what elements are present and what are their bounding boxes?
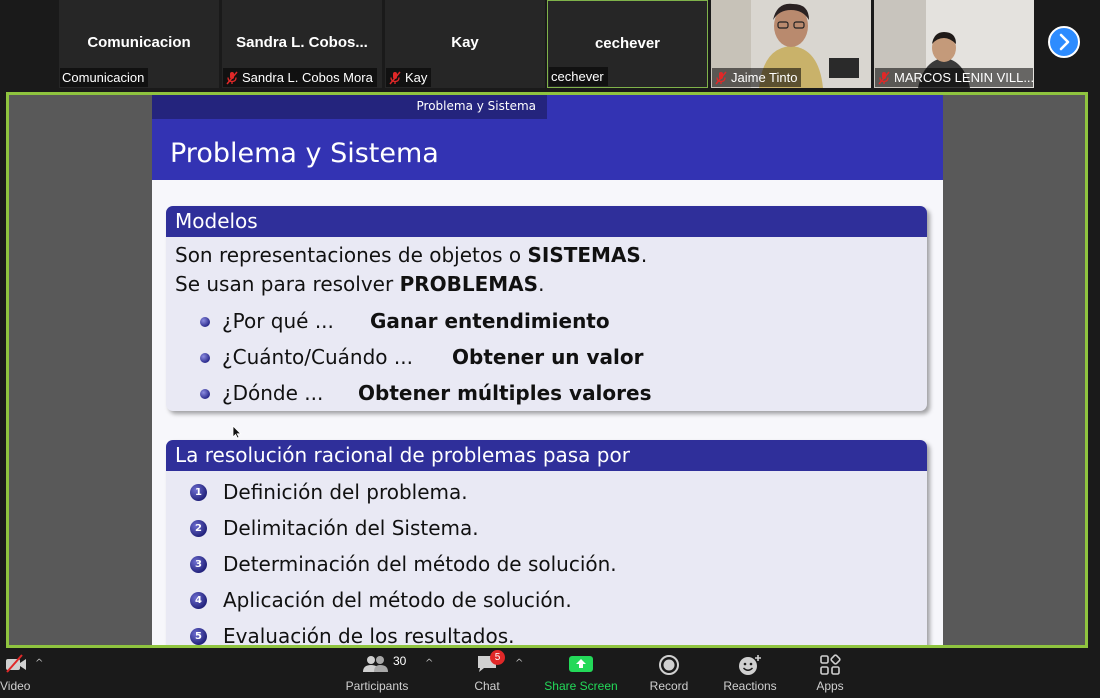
- participant-label-text: Kay: [405, 70, 428, 85]
- definition-line: Son representaciones de objetos o SISTEM…: [175, 243, 647, 267]
- step-text: Determinación del método de solución.: [223, 552, 617, 576]
- participant-label-text: Jaime Tinto: [731, 70, 798, 85]
- line-text: Se usan para resolver: [175, 272, 400, 296]
- participant-name-label: MARCOS LENIN VILL...: [875, 68, 1033, 87]
- video-label: Video: [0, 679, 31, 693]
- participant-video-tile[interactable]: MARCOS LENIN VILL...: [874, 0, 1034, 88]
- participants-button[interactable]: 30 Participants: [343, 648, 411, 698]
- participant-tile-name: cechever: [594, 35, 661, 52]
- participant-label-text: cechever: [551, 69, 604, 84]
- meeting-toolbar: Video ^ 30 Participants ^ 5 Chat ^ Share…: [0, 648, 1100, 698]
- participant-name-label: Comunicacion: [60, 68, 149, 87]
- step-text: Aplicación del método de solución.: [223, 588, 572, 612]
- reactions-icon: [739, 655, 761, 675]
- participant-name-label: cechever: [549, 67, 608, 86]
- bullet-question: ¿Por qué ...: [222, 309, 334, 333]
- video-off-icon: [6, 654, 26, 673]
- step-text: Delimitación del Sistema.: [223, 516, 479, 540]
- participants-options-caret-icon[interactable]: ^: [425, 658, 433, 669]
- block-title: Modelos: [166, 206, 927, 237]
- step-number-icon: 5: [190, 628, 207, 645]
- models-block: Modelos Son representaciones de objetos …: [166, 206, 927, 411]
- line-bold: SISTEMAS: [527, 243, 641, 267]
- step-number-icon: 4: [190, 592, 207, 609]
- chat-button[interactable]: 5 Chat: [468, 648, 506, 698]
- bullet-icon: [200, 353, 210, 363]
- bullet-answer: Obtener un valor: [452, 345, 644, 369]
- reactions-label: Reactions: [723, 679, 777, 693]
- next-page-button[interactable]: [1048, 26, 1080, 58]
- participant-strip: Comunicacion Comunicacion Sandra L. Cobo…: [0, 0, 1100, 90]
- step-number-icon: 2: [190, 520, 207, 537]
- participant-label-text: Comunicacion: [62, 70, 145, 85]
- step-number-icon: 3: [190, 556, 207, 573]
- reactions-button[interactable]: Reactions: [720, 648, 780, 698]
- mic-off-icon: [226, 71, 238, 84]
- line-end: .: [640, 243, 648, 267]
- participant-tile-active-speaker[interactable]: cechever cechever: [547, 0, 708, 88]
- line-text: Son representaciones de objetos o: [175, 243, 528, 267]
- slide-section-nav: Problema y Sistema: [152, 95, 547, 119]
- participants-icon: [363, 656, 388, 672]
- line-bold: PROBLEMAS: [399, 272, 539, 296]
- video-button[interactable]: Video: [0, 648, 34, 698]
- participant-label-text: Sandra L. Cobos Mora: [242, 70, 373, 85]
- bullet-icon: [200, 317, 210, 327]
- apps-icon: [820, 654, 841, 675]
- record-icon: [659, 655, 679, 675]
- mic-off-icon: [878, 71, 890, 84]
- video-options-caret-icon[interactable]: ^: [35, 658, 43, 669]
- apps-label: Apps: [816, 679, 844, 693]
- chevron-right-icon: [1059, 33, 1070, 51]
- participant-name-label: Jaime Tinto: [712, 68, 802, 87]
- participants-count: 30: [393, 654, 407, 668]
- participant-tile-name: Kay: [451, 34, 479, 51]
- bullet-answer: Ganar entendimiento: [370, 309, 610, 333]
- record-button[interactable]: Record: [645, 648, 693, 698]
- bullet-question: ¿Dónde ...: [222, 381, 324, 405]
- slide-section-label: Problema y Sistema: [416, 99, 536, 113]
- participant-tile-name: Comunicacion: [87, 34, 191, 51]
- participant-name-label: Kay: [386, 68, 432, 87]
- participant-name-label: Sandra L. Cobos Mora: [223, 68, 377, 87]
- share-screen-button[interactable]: Share Screen: [541, 648, 621, 698]
- participant-video-tile[interactable]: Jaime Tinto: [711, 0, 871, 88]
- bullet-answer: Obtener múltiples valores: [358, 381, 652, 405]
- participant-tile[interactable]: Kay Kay: [385, 0, 545, 88]
- chat-unread-badge: 5: [490, 650, 505, 665]
- mic-off-icon: [715, 71, 727, 84]
- resolution-steps-block: La resolución racional de problemas pasa…: [166, 440, 927, 648]
- usage-line: Se usan para resolver PROBLEMAS.: [175, 272, 544, 296]
- block-title: La resolución racional de problemas pasa…: [166, 440, 927, 471]
- shared-screen[interactable]: Problema y Sistema Problema y Sistema Mo…: [6, 92, 1088, 648]
- step-text: Evaluación de los resultados.: [223, 624, 515, 648]
- record-label: Record: [649, 679, 689, 693]
- share-screen-icon: [569, 656, 593, 672]
- bullet-icon: [200, 389, 210, 399]
- participant-tile-name: Sandra L. Cobos...: [236, 34, 368, 51]
- step-text: Definición del problema.: [223, 480, 468, 504]
- participants-label: Participants: [345, 679, 409, 693]
- mic-off-icon: [389, 71, 401, 84]
- participant-label-text: MARCOS LENIN VILL...: [894, 70, 1033, 85]
- slide-title: Problema y Sistema: [170, 138, 439, 169]
- apps-button[interactable]: Apps: [808, 648, 852, 698]
- participant-tile[interactable]: Sandra L. Cobos... Sandra L. Cobos Mora: [222, 0, 382, 88]
- mouse-cursor-icon: [232, 425, 242, 439]
- bullet-question: ¿Cuánto/Cuándo ...: [222, 345, 413, 369]
- presentation-slide: Problema y Sistema Problema y Sistema Mo…: [152, 95, 943, 648]
- participant-tile[interactable]: Comunicacion Comunicacion: [59, 0, 219, 88]
- chat-options-caret-icon[interactable]: ^: [515, 658, 523, 669]
- line-end: .: [538, 272, 545, 296]
- slide-header: Problema y Sistema Problema y Sistema: [152, 95, 943, 180]
- chat-label: Chat: [474, 679, 500, 693]
- share-screen-label: Share Screen: [544, 679, 618, 693]
- step-number-icon: 1: [190, 484, 207, 501]
